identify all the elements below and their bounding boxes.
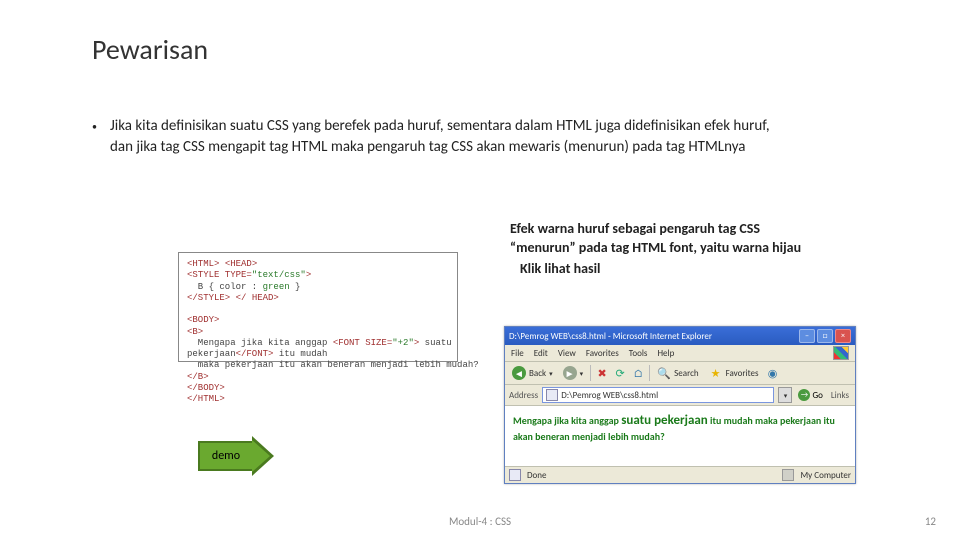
address-dropdown[interactable]: ▾	[778, 387, 792, 403]
menu-file[interactable]: File	[511, 348, 524, 359]
demo-arrow[interactable]: demo	[198, 436, 274, 476]
zone-text: My Computer	[800, 470, 851, 481]
browser-window: D:\Pemrog WEB\css8.html - Microsoft Inte…	[504, 326, 856, 484]
page-number: 12	[925, 515, 936, 528]
caption-block: Efek warna huruf sebagai pengaruh tag CS…	[510, 220, 810, 279]
close-button[interactable]: ×	[835, 329, 851, 343]
favorites-button[interactable]: ★ Favorites	[706, 365, 762, 381]
code-sample: <HTML> <HEAD> <STYLE TYPE="text/css"> B …	[178, 252, 458, 362]
menu-tools[interactable]: Tools	[629, 348, 648, 359]
toolbar: ◄ Back ▾ ► ▾ ✖ ⟳ ⌂ 🔍 Search ★ Favorites …	[505, 362, 855, 385]
caption-text: Efek warna huruf sebagai pengaruh tag CS…	[510, 220, 801, 256]
back-icon: ◄	[512, 366, 526, 380]
stop-icon[interactable]: ✖	[595, 366, 609, 380]
go-icon: →	[798, 389, 810, 401]
footer-center: Modul-4 : CSS	[0, 515, 960, 528]
address-bar: Address D:\Pemrog WEB\css8.html ▾ → Go L…	[505, 385, 855, 406]
done-icon	[509, 469, 521, 481]
document-icon	[546, 389, 558, 401]
menu-help[interactable]: Help	[657, 348, 674, 359]
arrow-right-icon	[252, 436, 274, 476]
bullet-dot-icon: •	[92, 120, 97, 134]
media-icon[interactable]: ◉	[766, 366, 780, 380]
forward-button[interactable]: ► ▾	[560, 365, 587, 381]
chevron-down-icon: ▾	[549, 369, 553, 378]
menu-edit[interactable]: Edit	[534, 348, 548, 359]
bullet-text: Jika kita definisikan suatu CSS yang ber…	[110, 116, 792, 158]
slide-title: Pewarisan	[92, 32, 208, 67]
caption-callout: Klik lihat hasil	[520, 260, 810, 279]
back-button[interactable]: ◄ Back ▾	[509, 365, 556, 381]
titlebar: D:\Pemrog WEB\css8.html - Microsoft Inte…	[505, 327, 855, 345]
menu-favorites[interactable]: Favorites	[586, 348, 619, 359]
address-input[interactable]: D:\Pemrog WEB\css8.html	[542, 387, 774, 403]
status-bar: Done My Computer	[505, 466, 855, 483]
search-icon: 🔍	[657, 366, 671, 380]
address-value: D:\Pemrog WEB\css8.html	[561, 390, 658, 401]
maximize-button[interactable]: □	[817, 329, 833, 343]
refresh-icon[interactable]: ⟳	[613, 366, 627, 380]
menubar: File Edit View Favorites Tools Help	[505, 345, 855, 362]
minimize-button[interactable]: –	[799, 329, 815, 343]
demo-label: demo	[198, 441, 252, 471]
page-content: Mengapa jika kita anggap suatu pekerjaan…	[505, 406, 855, 466]
go-button[interactable]: → Go	[796, 389, 824, 401]
forward-icon: ►	[563, 366, 577, 380]
address-label: Address	[509, 390, 538, 401]
search-button[interactable]: 🔍 Search	[654, 365, 701, 381]
status-text: Done	[527, 470, 547, 481]
window-title: D:\Pemrog WEB\css8.html - Microsoft Inte…	[509, 331, 799, 342]
home-icon[interactable]: ⌂	[631, 366, 645, 380]
links-label[interactable]: Links	[829, 390, 851, 401]
computer-icon	[782, 469, 794, 481]
windows-logo-icon	[833, 346, 849, 360]
chevron-down-icon: ▾	[580, 369, 584, 378]
menu-view[interactable]: View	[558, 348, 576, 359]
bullet-paragraph: • Jika kita definisikan suatu CSS yang b…	[92, 116, 792, 158]
star-icon: ★	[709, 366, 723, 380]
